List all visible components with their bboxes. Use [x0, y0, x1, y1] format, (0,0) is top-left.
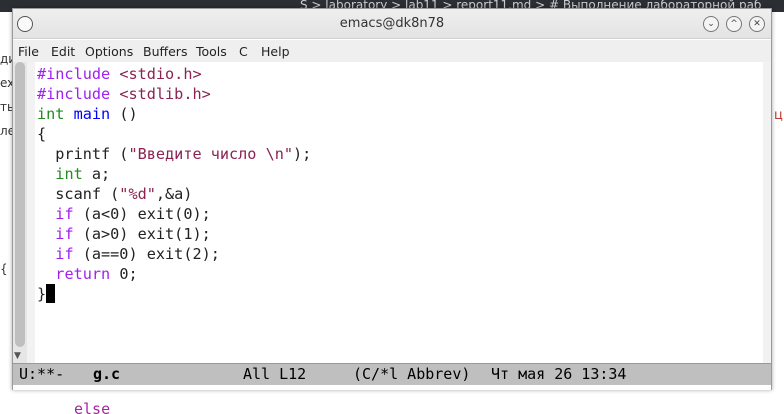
modeline-buffer-name[interactable]: g.c	[93, 365, 120, 383]
modeline-datetime: Чт мая 26 13:34	[491, 365, 627, 383]
background-bottom-window: else	[12, 390, 772, 414]
modeline-modes[interactable]: (C/*l Abbrev)	[353, 365, 470, 383]
title-bar[interactable]: emacs@dk8n78 ⌄ ^ ✕	[13, 9, 771, 39]
background-left-window: ди ex ть ле {	[0, 12, 16, 414]
include-path: <stdlib.h>	[119, 85, 211, 103]
code-text: ()	[110, 105, 138, 123]
string-literal: "%d"	[119, 185, 156, 203]
code-text: ,&a)	[155, 185, 193, 203]
scrollbar-thumb[interactable]	[15, 62, 25, 347]
menu-edit[interactable]: Edit	[51, 44, 75, 59]
include-path: <stdio.h>	[119, 65, 202, 83]
preprocessor-directive: #include	[37, 65, 111, 83]
code-line: if (a>0) exit(1);	[37, 224, 211, 244]
background-text-fragment: ц	[774, 108, 783, 123]
type-keyword: int	[37, 105, 65, 123]
modeline-position: All L12	[243, 365, 307, 383]
modeline-status: U:**-	[19, 365, 65, 383]
code-text: );	[293, 145, 312, 163]
scroll-down-arrow-icon[interactable]: ▼	[14, 351, 21, 361]
code-line: }	[37, 284, 56, 304]
menu-file[interactable]: File	[18, 44, 39, 59]
minibuffer[interactable]	[13, 385, 771, 390]
code-text: a;	[82, 165, 111, 183]
code-line: {	[37, 125, 47, 143]
code-line: #include <stdio.h>	[37, 64, 202, 84]
emacs-window: emacs@dk8n78 ⌄ ^ ✕ File Edit Options Buf…	[12, 8, 772, 390]
menu-help[interactable]: Help	[261, 44, 290, 59]
menu-buffers[interactable]: Buffers	[143, 44, 187, 59]
control-keyword: if	[55, 245, 74, 263]
code-text: (a>0) exit(1);	[73, 225, 211, 243]
control-keyword: if	[55, 205, 74, 223]
code-editor[interactable]: #include <stdio.h> #include <stdlib.h> i…	[35, 62, 763, 363]
code-text: printf (	[37, 145, 129, 163]
text-cursor	[46, 284, 56, 303]
code-line: if (a<0) exit(0);	[37, 204, 211, 224]
code-text: (a==0) exit(2);	[73, 245, 220, 263]
menu-options[interactable]: Options	[85, 44, 133, 59]
window-title: emacs@dk8n78	[339, 16, 445, 31]
mode-line: U:**- g.c All L12 (C/*l Abbrev) Чт мая 2…	[13, 363, 771, 385]
code-line: printf ("Введите число \n");	[37, 144, 311, 164]
left-fringe	[27, 62, 35, 363]
background-code-fragment: else	[74, 400, 111, 414]
menu-bar: File Edit Options Buffers Tools C Help	[13, 40, 771, 62]
background-right-window: ц	[772, 12, 784, 414]
code-line: int main ()	[37, 104, 138, 124]
code-line: return 0;	[37, 264, 138, 284]
code-line: #include <stdlib.h>	[37, 84, 211, 104]
function-name: main	[73, 105, 111, 123]
string-literal: "Введите число \n"	[128, 145, 294, 163]
close-button[interactable]: ✕	[749, 16, 765, 32]
code-text: 0;	[110, 265, 138, 283]
menu-c[interactable]: C	[239, 44, 248, 59]
control-keyword: return	[55, 265, 111, 283]
vertical-scrollbar[interactable]: ▼	[13, 62, 27, 363]
code-text: scanf (	[37, 185, 120, 203]
preprocessor-directive: #include	[37, 85, 111, 103]
code-line: scanf ("%d",&a)	[37, 184, 192, 204]
maximize-button[interactable]: ^	[726, 16, 742, 32]
type-keyword: int	[55, 165, 83, 183]
menu-tools[interactable]: Tools	[196, 44, 227, 59]
minimize-button[interactable]: ⌄	[703, 16, 719, 32]
code-line: int a;	[37, 164, 110, 184]
background-text-fragment: {	[0, 262, 8, 276]
code-text: (a<0) exit(0);	[73, 205, 211, 223]
right-fringe	[763, 62, 771, 363]
control-keyword: if	[55, 225, 74, 243]
code-line: if (a==0) exit(2);	[37, 244, 220, 264]
code-text: }	[37, 285, 47, 303]
